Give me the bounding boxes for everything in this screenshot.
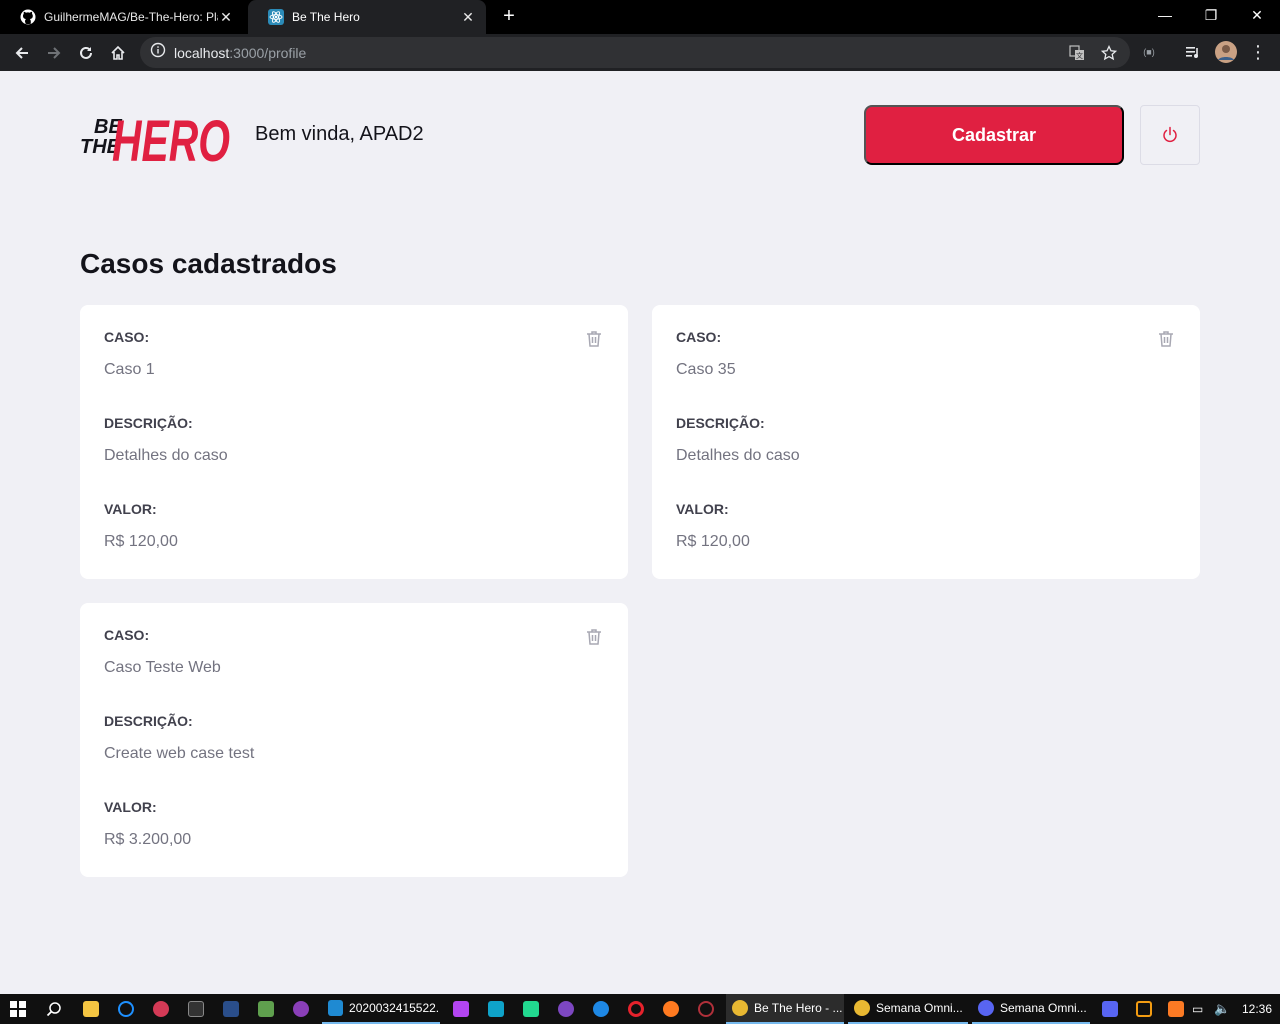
browser-tab-bar: GuilhermeMAG/Be-The-Hero: Pla ✕ Be The H… [0, 0, 1280, 34]
extension-icon[interactable]: (■) [1137, 40, 1161, 64]
trash-icon[interactable] [1156, 329, 1176, 349]
case-label: CASO: [676, 329, 722, 345]
windows-start-icon[interactable] [10, 994, 26, 1024]
taskbar-app-title: Semana Omni... [1000, 1001, 1087, 1015]
trash-icon[interactable] [584, 627, 604, 647]
case-label: CASO: [104, 627, 150, 643]
trash-icon[interactable] [584, 329, 604, 349]
tab-close-icon[interactable]: ✕ [218, 9, 234, 26]
case-title: Caso 1 [104, 361, 155, 378]
incident-card: CASO: Caso 35 DESCRIÇÃO: Detalhes do caso … [652, 305, 1200, 579]
case-description: Create web case test [104, 745, 255, 762]
browser-menu-icon[interactable]: ⋮ [1246, 40, 1270, 64]
page-header: BE THE HERO Bem vinda, APAD2 Cadastrar [80, 103, 1200, 169]
case-label: CASO: [104, 329, 150, 345]
window-close-icon[interactable]: ✕ [1234, 0, 1280, 30]
media-queue-icon[interactable] [1181, 40, 1205, 64]
value-label: VALOR: [676, 501, 729, 517]
case-value: R$ 120,00 [676, 533, 750, 550]
app-c-icon[interactable] [118, 994, 134, 1024]
case-description: Detalhes do caso [104, 447, 228, 464]
app-purple-icon[interactable] [293, 994, 309, 1024]
new-incident-button[interactable]: Cadastrar [864, 105, 1124, 165]
github-icon [20, 9, 36, 25]
search-icon[interactable] [46, 994, 62, 1024]
back-icon[interactable] [9, 40, 35, 66]
info-icon[interactable] [150, 42, 166, 63]
edge-icon[interactable] [593, 994, 609, 1024]
forward-icon[interactable] [41, 40, 67, 66]
value-label: VALOR: [104, 799, 157, 815]
taskbar-app-semana[interactable]: Semana Omni... [972, 994, 1090, 1024]
tab-close-icon[interactable]: ✕ [460, 9, 476, 26]
case-value: R$ 3.200,00 [104, 831, 192, 848]
incident-card: CASO: Caso Teste Web DESCRIÇÃO: Create web… [80, 603, 628, 877]
windows-taskbar: 2020032415522... Be The Hero - ... Seman… [0, 994, 1280, 1024]
tab-title: Be The Hero [292, 10, 360, 24]
bookmark-star-icon[interactable] [1100, 44, 1118, 62]
chrome-icon [732, 1000, 748, 1016]
svg-text:文: 文 [1076, 51, 1083, 60]
webstorm-icon[interactable] [488, 994, 504, 1024]
app-insomnia-icon[interactable] [558, 994, 574, 1024]
taskbar-app-title: Be The Hero - ... [754, 1001, 843, 1015]
opera-icon[interactable] [628, 994, 644, 1024]
address-bar[interactable]: localhost:3000/profile 文 [140, 37, 1130, 68]
case-title: Caso Teste Web [104, 659, 221, 676]
clock[interactable]: 12:36 [1242, 994, 1272, 1024]
network-icon[interactable]: ▭ [1192, 994, 1203, 1024]
tray-app-icon[interactable] [1136, 994, 1152, 1024]
profile-avatar[interactable] [1214, 40, 1238, 64]
logo-text-hero: HERO [112, 109, 230, 169]
taskbar-app-title: 2020032415522... [349, 1001, 440, 1015]
terminal-icon[interactable] [188, 994, 204, 1024]
datagrip-icon[interactable] [523, 994, 539, 1024]
phpstorm-icon[interactable] [453, 994, 469, 1024]
url-path: :3000/profile [229, 44, 307, 61]
powershell-icon[interactable] [223, 994, 239, 1024]
description-label: DESCRIÇÃO: [104, 415, 193, 431]
react-icon [268, 9, 284, 25]
xampp-icon[interactable] [1168, 994, 1184, 1024]
tab-title: GuilhermeMAG/Be-The-Hero: Pla [44, 10, 218, 24]
browser-toolbar: localhost:3000/profile 文 (■) ⋮ [0, 34, 1280, 71]
tab-be-the-hero[interactable]: Be The Hero ✕ [248, 0, 486, 34]
app-icon [978, 1000, 994, 1016]
url-host: localhost [174, 44, 230, 61]
chrome-icon [854, 1000, 870, 1016]
profile-page: BE THE HERO Bem vinda, APAD2 Cadastrar C… [0, 71, 1280, 994]
tab-github[interactable]: GuilhermeMAG/Be-The-Hero: Pla ✕ [0, 0, 244, 34]
vscode-icon [328, 1000, 344, 1016]
taskbar-app-chrome-be-the-hero[interactable]: Be The Hero - ... [726, 994, 844, 1024]
taskbar-app-chrome-semana[interactable]: Semana Omni... [848, 994, 968, 1024]
reload-icon[interactable] [73, 40, 99, 66]
translate-icon[interactable]: 文 [1068, 44, 1086, 62]
welcome-text: Bem vinda, APAD2 [255, 123, 424, 145]
file-explorer-icon[interactable] [83, 994, 99, 1024]
opera-gx-icon[interactable] [698, 994, 714, 1024]
page-title: Casos cadastrados [80, 248, 337, 279]
new-tab-icon[interactable]: + [498, 6, 520, 28]
case-value: R$ 120,00 [104, 533, 178, 550]
description-label: DESCRIÇÃO: [676, 415, 765, 431]
discord-icon[interactable] [1102, 994, 1118, 1024]
incident-card: CASO: Caso 1 DESCRIÇÃO: Detalhes do caso V… [80, 305, 628, 579]
logout-button[interactable] [1140, 105, 1200, 165]
minimize-icon[interactable]: — [1142, 0, 1188, 30]
volume-icon[interactable]: 🔈 [1214, 994, 1230, 1024]
description-label: DESCRIÇÃO: [104, 713, 193, 729]
app-network-icon[interactable] [153, 994, 169, 1024]
taskbar-app-vscode[interactable]: 2020032415522... [322, 994, 440, 1024]
case-title: Caso 35 [676, 361, 736, 378]
restore-icon[interactable]: ❐ [1188, 0, 1234, 30]
power-icon [1163, 126, 1177, 143]
value-label: VALOR: [104, 501, 157, 517]
home-icon[interactable] [105, 40, 131, 66]
be-the-hero-logo: BE THE HERO [80, 109, 230, 169]
firefox-icon[interactable] [663, 994, 679, 1024]
nodejs-icon[interactable] [258, 994, 274, 1024]
taskbar-app-title: Semana Omni... [876, 1001, 963, 1015]
case-description: Detalhes do caso [676, 447, 800, 464]
